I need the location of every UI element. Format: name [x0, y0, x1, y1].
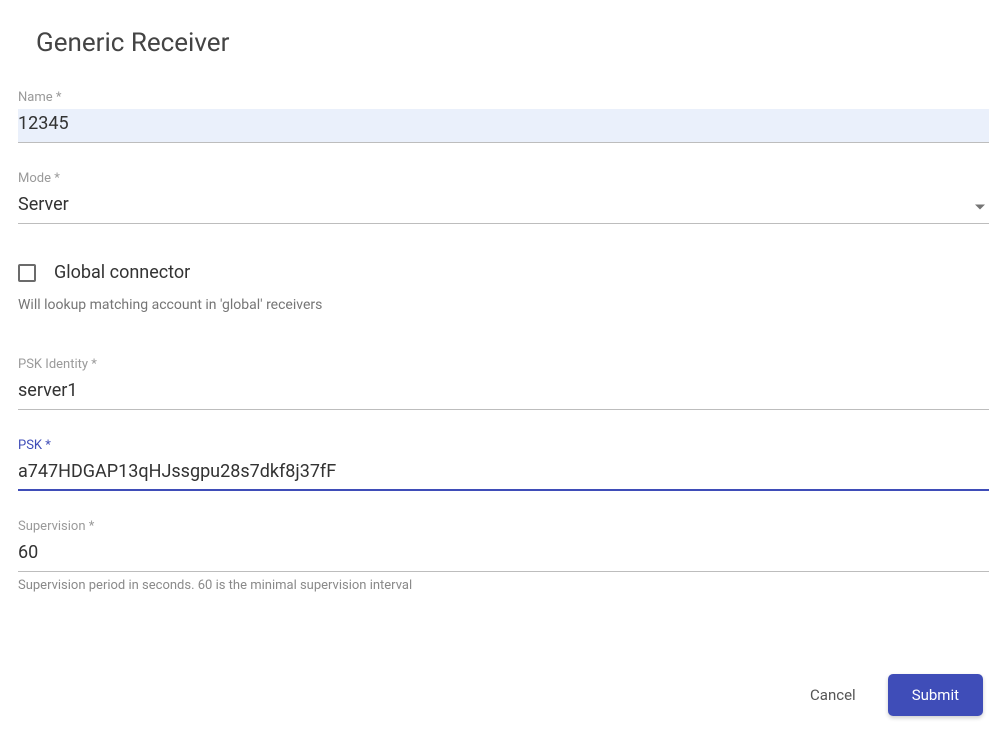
submit-button[interactable]: Submit	[888, 674, 983, 716]
global-connector-helper: Will lookup matching account in 'global'…	[18, 297, 989, 313]
name-field-group: Name *	[18, 90, 989, 143]
psk-label: PSK *	[18, 438, 989, 453]
cancel-button[interactable]: Cancel	[802, 676, 864, 714]
mode-value: Server	[18, 190, 989, 223]
chevron-down-icon	[975, 204, 985, 209]
global-connector-checkbox[interactable]	[18, 264, 36, 282]
supervision-helper: Supervision period in seconds. 60 is the…	[18, 578, 989, 593]
psk-input[interactable]	[18, 457, 989, 491]
name-input[interactable]	[18, 109, 989, 143]
psk-identity-label: PSK Identity *	[18, 357, 989, 372]
psk-identity-field-group: PSK Identity *	[18, 357, 989, 410]
supervision-label: Supervision *	[18, 519, 989, 534]
mode-field-group: Mode * Server	[18, 171, 989, 224]
global-connector-group: Global connector Will lookup matching ac…	[18, 262, 989, 313]
page-title: Generic Receiver	[36, 28, 989, 58]
global-connector-label: Global connector	[54, 262, 190, 283]
name-label: Name *	[18, 90, 989, 105]
mode-label: Mode *	[18, 171, 989, 186]
supervision-field-group: Supervision * Supervision period in seco…	[18, 519, 989, 593]
psk-identity-input[interactable]	[18, 376, 989, 410]
button-row: Cancel Submit	[802, 674, 983, 716]
mode-select[interactable]: Server	[18, 190, 989, 224]
supervision-input[interactable]	[18, 538, 989, 572]
psk-field-group: PSK *	[18, 438, 989, 491]
